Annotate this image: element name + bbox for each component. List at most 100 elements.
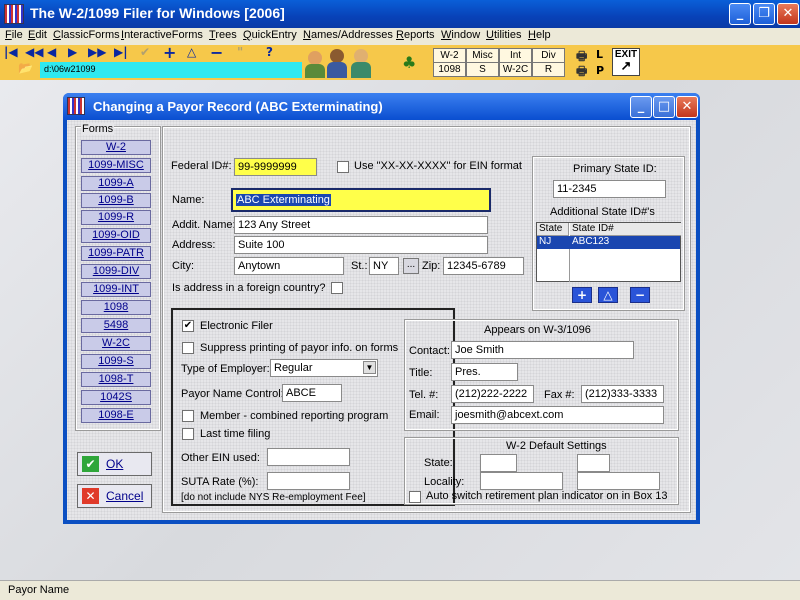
menu-names-addresses[interactable]: Names/Addresses: [303, 29, 393, 41]
w2-state-field-2[interactable]: [577, 454, 610, 472]
form-s-button[interactable]: S: [466, 62, 499, 77]
form-1099patr-link[interactable]: 1099-PATR: [81, 246, 151, 261]
dialog-close-button[interactable]: ✕: [676, 96, 698, 118]
cancel-button[interactable]: ✕ Cancel: [77, 484, 152, 508]
form-1099b-link[interactable]: 1099-B: [81, 193, 151, 208]
form-1099misc-link[interactable]: 1099-MISC: [81, 158, 151, 173]
other-ein-field[interactable]: [267, 448, 350, 466]
minimize-button[interactable]: _: [729, 3, 751, 25]
form-1099r-link[interactable]: 1099-R: [81, 210, 151, 225]
form-1098-button[interactable]: 1098: [433, 62, 466, 77]
menu-utilities[interactable]: Utilities: [486, 29, 521, 41]
menu-edit[interactable]: Edit: [28, 29, 47, 41]
table-row[interactable]: NJ ABC123: [537, 236, 680, 249]
print-l-label[interactable]: L: [596, 48, 603, 61]
add-icon[interactable]: +: [163, 43, 176, 62]
w2-state-field-1[interactable]: [480, 454, 517, 472]
form-1099oid-link[interactable]: 1099-OID: [81, 228, 151, 243]
form-1099a-link[interactable]: 1099-A: [81, 176, 151, 191]
last-time-label: Last time filing: [200, 428, 271, 440]
folder-icon[interactable]: 📂: [18, 61, 33, 75]
locality-field-2[interactable]: [577, 472, 660, 490]
form-r-button[interactable]: R: [532, 62, 565, 77]
help-icon[interactable]: ?: [266, 45, 273, 59]
w2-state-label: State:: [424, 457, 453, 469]
electronic-filer-checkbox[interactable]: ✔: [182, 320, 194, 332]
edit-state-button[interactable]: △: [598, 287, 618, 303]
dialog-minimize-button[interactable]: _: [630, 96, 652, 118]
restore-button[interactable]: ❐: [753, 3, 775, 25]
zip-field[interactable]: 12345-6789: [443, 257, 524, 275]
rewind-icon[interactable]: ◀◀: [25, 45, 43, 59]
contact-field[interactable]: Joe Smith: [451, 341, 634, 359]
form-1099s-link[interactable]: 1099-S: [81, 354, 151, 369]
menu-classicforms[interactable]: ClassicForms: [53, 29, 120, 41]
form-int-button[interactable]: Int: [499, 48, 532, 63]
menu-trees[interactable]: Trees: [209, 29, 237, 41]
last-time-checkbox[interactable]: [182, 428, 194, 440]
delete-icon[interactable]: −: [210, 43, 223, 62]
dialog-maximize-button[interactable]: □: [653, 96, 675, 118]
state-column-header[interactable]: State: [537, 223, 569, 236]
title-field[interactable]: Pres.: [451, 363, 518, 381]
menu-help[interactable]: Help: [528, 29, 551, 41]
address-field[interactable]: Suite 100: [234, 236, 488, 254]
city-field[interactable]: Anytown: [234, 257, 344, 275]
form-misc-button[interactable]: Misc: [466, 48, 499, 63]
next-icon[interactable]: ▶: [68, 45, 77, 59]
menu-interactiveforms[interactable]: InteractiveForms: [121, 29, 203, 41]
addit-name-field[interactable]: 123 Any Street: [234, 216, 488, 234]
type-employer-select[interactable]: Regular ▼: [270, 359, 378, 377]
check-icon[interactable]: ✔: [140, 45, 150, 59]
form-1042s-link[interactable]: 1042S: [81, 390, 151, 405]
ok-button[interactable]: ✔ OK: [77, 452, 152, 476]
form-w2c-button[interactable]: W-2C: [499, 62, 532, 77]
primary-state-field[interactable]: 11-2345: [553, 180, 666, 198]
form-w2-link[interactable]: W-2: [81, 140, 151, 155]
auto-switch-checkbox[interactable]: [409, 491, 421, 503]
form-div-button[interactable]: Div: [532, 48, 565, 63]
tel-field[interactable]: (212)222-2222: [451, 385, 534, 403]
member-checkbox[interactable]: [182, 410, 194, 422]
dropdown-arrow-icon[interactable]: ▼: [363, 361, 376, 374]
quote-icon[interactable]: ": [237, 45, 243, 59]
form-1099div-link[interactable]: 1099-DIV: [81, 264, 151, 279]
federal-id-field[interactable]: 99-9999999: [234, 158, 317, 176]
state-id-column-header[interactable]: State ID#: [570, 223, 681, 236]
fast-forward-icon[interactable]: ▶▶: [88, 45, 106, 59]
first-record-icon[interactable]: |◀: [4, 45, 18, 59]
people-icon[interactable]: [302, 45, 392, 80]
email-field[interactable]: joesmith@abcext.com: [451, 406, 664, 424]
last-record-icon[interactable]: ▶|: [114, 45, 128, 59]
form-w2c-link[interactable]: W-2C: [81, 336, 151, 351]
name-field[interactable]: ABC Exterminating: [231, 188, 491, 212]
form-w2-button[interactable]: W-2: [433, 48, 466, 63]
previous-icon[interactable]: ◀: [47, 45, 56, 59]
state-field[interactable]: NY: [369, 257, 399, 275]
locality-field-1[interactable]: [480, 472, 563, 490]
foreign-country-checkbox[interactable]: [331, 282, 343, 294]
form-1098t-link[interactable]: 1098-T: [81, 372, 151, 387]
delete-state-button[interactable]: −: [630, 287, 650, 303]
form-1099int-link[interactable]: 1099-INT: [81, 282, 151, 297]
edit-icon[interactable]: △: [187, 45, 196, 59]
state-lookup-button[interactable]: ...: [403, 258, 419, 274]
fax-field[interactable]: (212)333-3333: [581, 385, 664, 403]
menu-file[interactable]: File: [5, 29, 23, 41]
suta-rate-field[interactable]: [267, 472, 350, 490]
form-1098-link[interactable]: 1098: [81, 300, 151, 315]
payor-name-control-field[interactable]: ABCE: [282, 384, 342, 402]
suppress-checkbox[interactable]: [182, 342, 194, 354]
use-xx-format-checkbox[interactable]: [337, 161, 349, 173]
form-1098e-link[interactable]: 1098-E: [81, 408, 151, 423]
exit-button[interactable]: EXIT ↗: [612, 48, 640, 76]
state-id-table[interactable]: State State ID# NJ ABC123: [536, 222, 681, 282]
menu-reports[interactable]: Reports: [396, 29, 435, 41]
close-button[interactable]: ✕: [777, 3, 799, 25]
print-p-label[interactable]: P: [596, 64, 604, 77]
menu-window[interactable]: Window: [441, 29, 480, 41]
add-state-button[interactable]: +: [572, 287, 592, 303]
form-5498-link[interactable]: 5498: [81, 318, 151, 333]
menu-quickentry[interactable]: QuickEntry: [243, 29, 297, 41]
tree-icon[interactable]: ♣: [402, 53, 416, 72]
